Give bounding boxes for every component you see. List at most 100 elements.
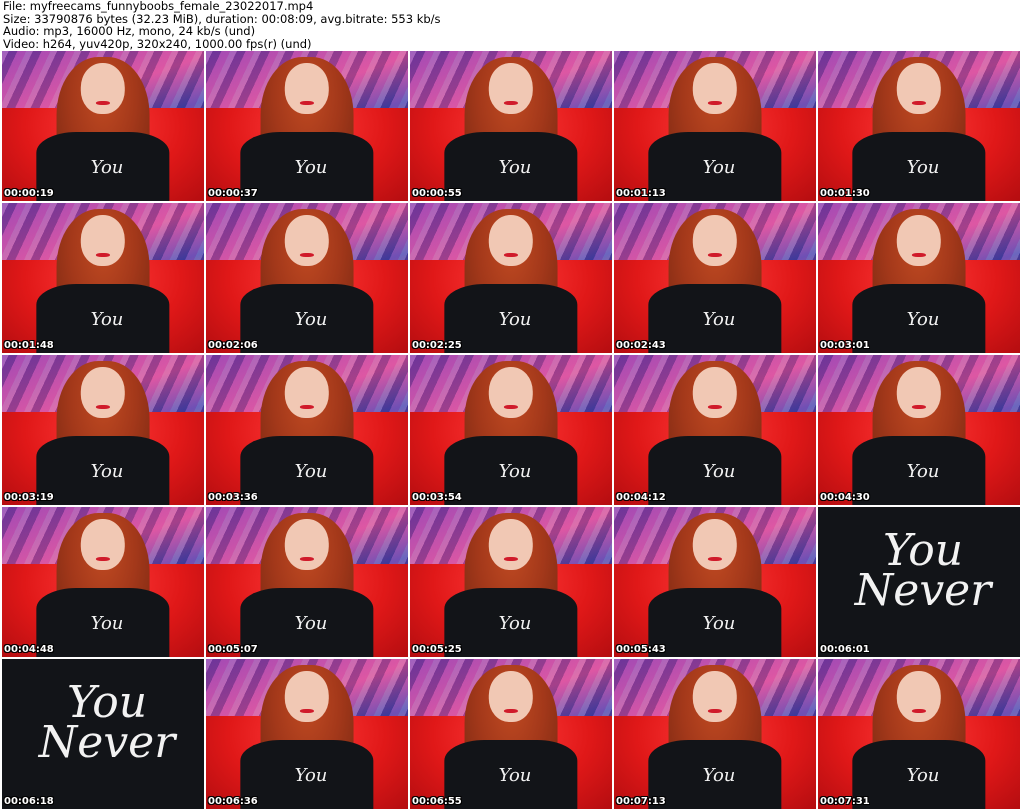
video-thumbnail: You 00:01:13 [614,51,816,201]
face-shape [692,519,738,570]
video-info-header: File: myfreecams_funnyboobs_female_23022… [3,0,1021,50]
face-shape [488,519,534,570]
face-shape [896,671,942,722]
thumbnail-timestamp: 00:04:48 [4,644,54,655]
thumbnail-timestamp: 00:05:43 [616,644,666,655]
thumbnail-timestamp: 00:03:01 [820,340,870,351]
shirt-print-text: You Never [38,683,176,768]
face-shape [80,519,126,570]
video-thumbnail: You 00:04:30 [818,355,1020,505]
lips-shape [707,404,723,409]
shirt-print-text: You [498,463,532,482]
lips-shape [299,556,315,561]
lips-shape [503,252,519,257]
shirt-print-text: You [906,463,940,482]
face-shape [284,215,330,266]
video-thumbnail: You 00:07:31 [818,659,1020,809]
lips-shape [503,708,519,713]
shirt-print-text: You [294,159,328,178]
thumbnail-timestamp: 00:00:19 [4,188,54,199]
face-shape [488,215,534,266]
lips-shape [299,252,315,257]
face-shape [488,63,534,114]
thumbnail-timestamp: 00:05:07 [208,644,258,655]
face-shape [692,215,738,266]
lips-shape [95,252,111,257]
video-thumbnail: You 00:00:19 [2,51,204,201]
thumbnail-timestamp: 00:01:13 [616,188,666,199]
shirt-print-text: You [906,159,940,178]
lips-shape [707,556,723,561]
video-thumbnail: You 00:00:55 [410,51,612,201]
video-thumbnail: You 00:07:13 [614,659,816,809]
thumbnail-timestamp: 00:02:25 [412,340,462,351]
thumbnail-timestamp: 00:02:43 [616,340,666,351]
lips-shape [707,252,723,257]
lips-shape [95,404,111,409]
shirt-print-text: You [90,159,124,178]
video-thumbnail: You 00:06:55 [410,659,612,809]
video-thumbnail: You 00:05:07 [206,507,408,657]
face-shape [692,367,738,418]
video-thumbnail: You 00:04:48 [2,507,204,657]
video-thumbnail: You 00:03:36 [206,355,408,505]
face-shape [80,215,126,266]
thumbnail-timestamp: 00:06:01 [820,644,870,655]
thumbnail-timestamp: 00:03:36 [208,492,258,503]
shirt-print-text: You [906,767,940,786]
face-shape [284,519,330,570]
video-thumbnail: You 00:00:37 [206,51,408,201]
video-thumbnail: You Never 00:06:18 [2,659,204,809]
video-thumbnail: You 00:05:25 [410,507,612,657]
lips-shape [911,100,927,105]
video-thumbnail: You 00:06:36 [206,659,408,809]
video-thumbnail: You 00:03:01 [818,203,1020,353]
lips-shape [707,100,723,105]
file-line: File: myfreecams_funnyboobs_female_23022… [3,0,314,13]
video-thumbnail: You 00:01:48 [2,203,204,353]
video-thumbnail: You 00:02:43 [614,203,816,353]
thumbnail-timestamp: 00:01:48 [4,340,54,351]
shirt-print-text: You [294,615,328,634]
face-shape [488,671,534,722]
shirt-print-text: You [498,311,532,330]
face-shape [488,367,534,418]
shirt-print-text: You [702,463,736,482]
face-shape [284,671,330,722]
lips-shape [95,100,111,105]
thumbnail-timestamp: 00:06:18 [4,796,54,807]
face-shape [80,63,126,114]
face-shape [896,63,942,114]
shirt-print-text: You [294,463,328,482]
face-shape [284,63,330,114]
shirt-print-text: You [702,311,736,330]
face-shape [896,215,942,266]
shirt-print-text: You [498,159,532,178]
shirt-print-text: You [702,159,736,178]
video-thumbnail: You 00:03:19 [2,355,204,505]
thumbnail-timestamp: 00:03:54 [412,492,462,503]
lips-shape [299,404,315,409]
lips-shape [503,556,519,561]
shirt-print-text: You [498,615,532,634]
thumbnail-timestamp: 00:06:55 [412,796,462,807]
shirt-print-text: You [906,311,940,330]
lips-shape [707,708,723,713]
lips-shape [95,556,111,561]
thumbnail-grid: You 00:00:19 You 00:00:37 You 00:00:55 You 00:0… [2,51,1022,811]
video-thumbnail: You 00:01:30 [818,51,1020,201]
video-thumbnail: You 00:02:25 [410,203,612,353]
shirt-print-text: You [498,767,532,786]
audio-line: Audio: mp3, 16000 Hz, mono, 24 kb/s (und… [3,24,256,38]
face-shape [80,367,126,418]
shirt-print-text: You [90,311,124,330]
thumbnail-timestamp: 00:03:19 [4,492,54,503]
video-thumbnail: You 00:03:54 [410,355,612,505]
video-thumbnail: You 00:02:06 [206,203,408,353]
lips-shape [299,708,315,713]
video-thumbnail: You 00:04:12 [614,355,816,505]
shirt-print-text: You [702,615,736,634]
lips-shape [911,708,927,713]
thumbnail-timestamp: 00:07:13 [616,796,666,807]
thumbnail-timestamp: 00:04:30 [820,492,870,503]
